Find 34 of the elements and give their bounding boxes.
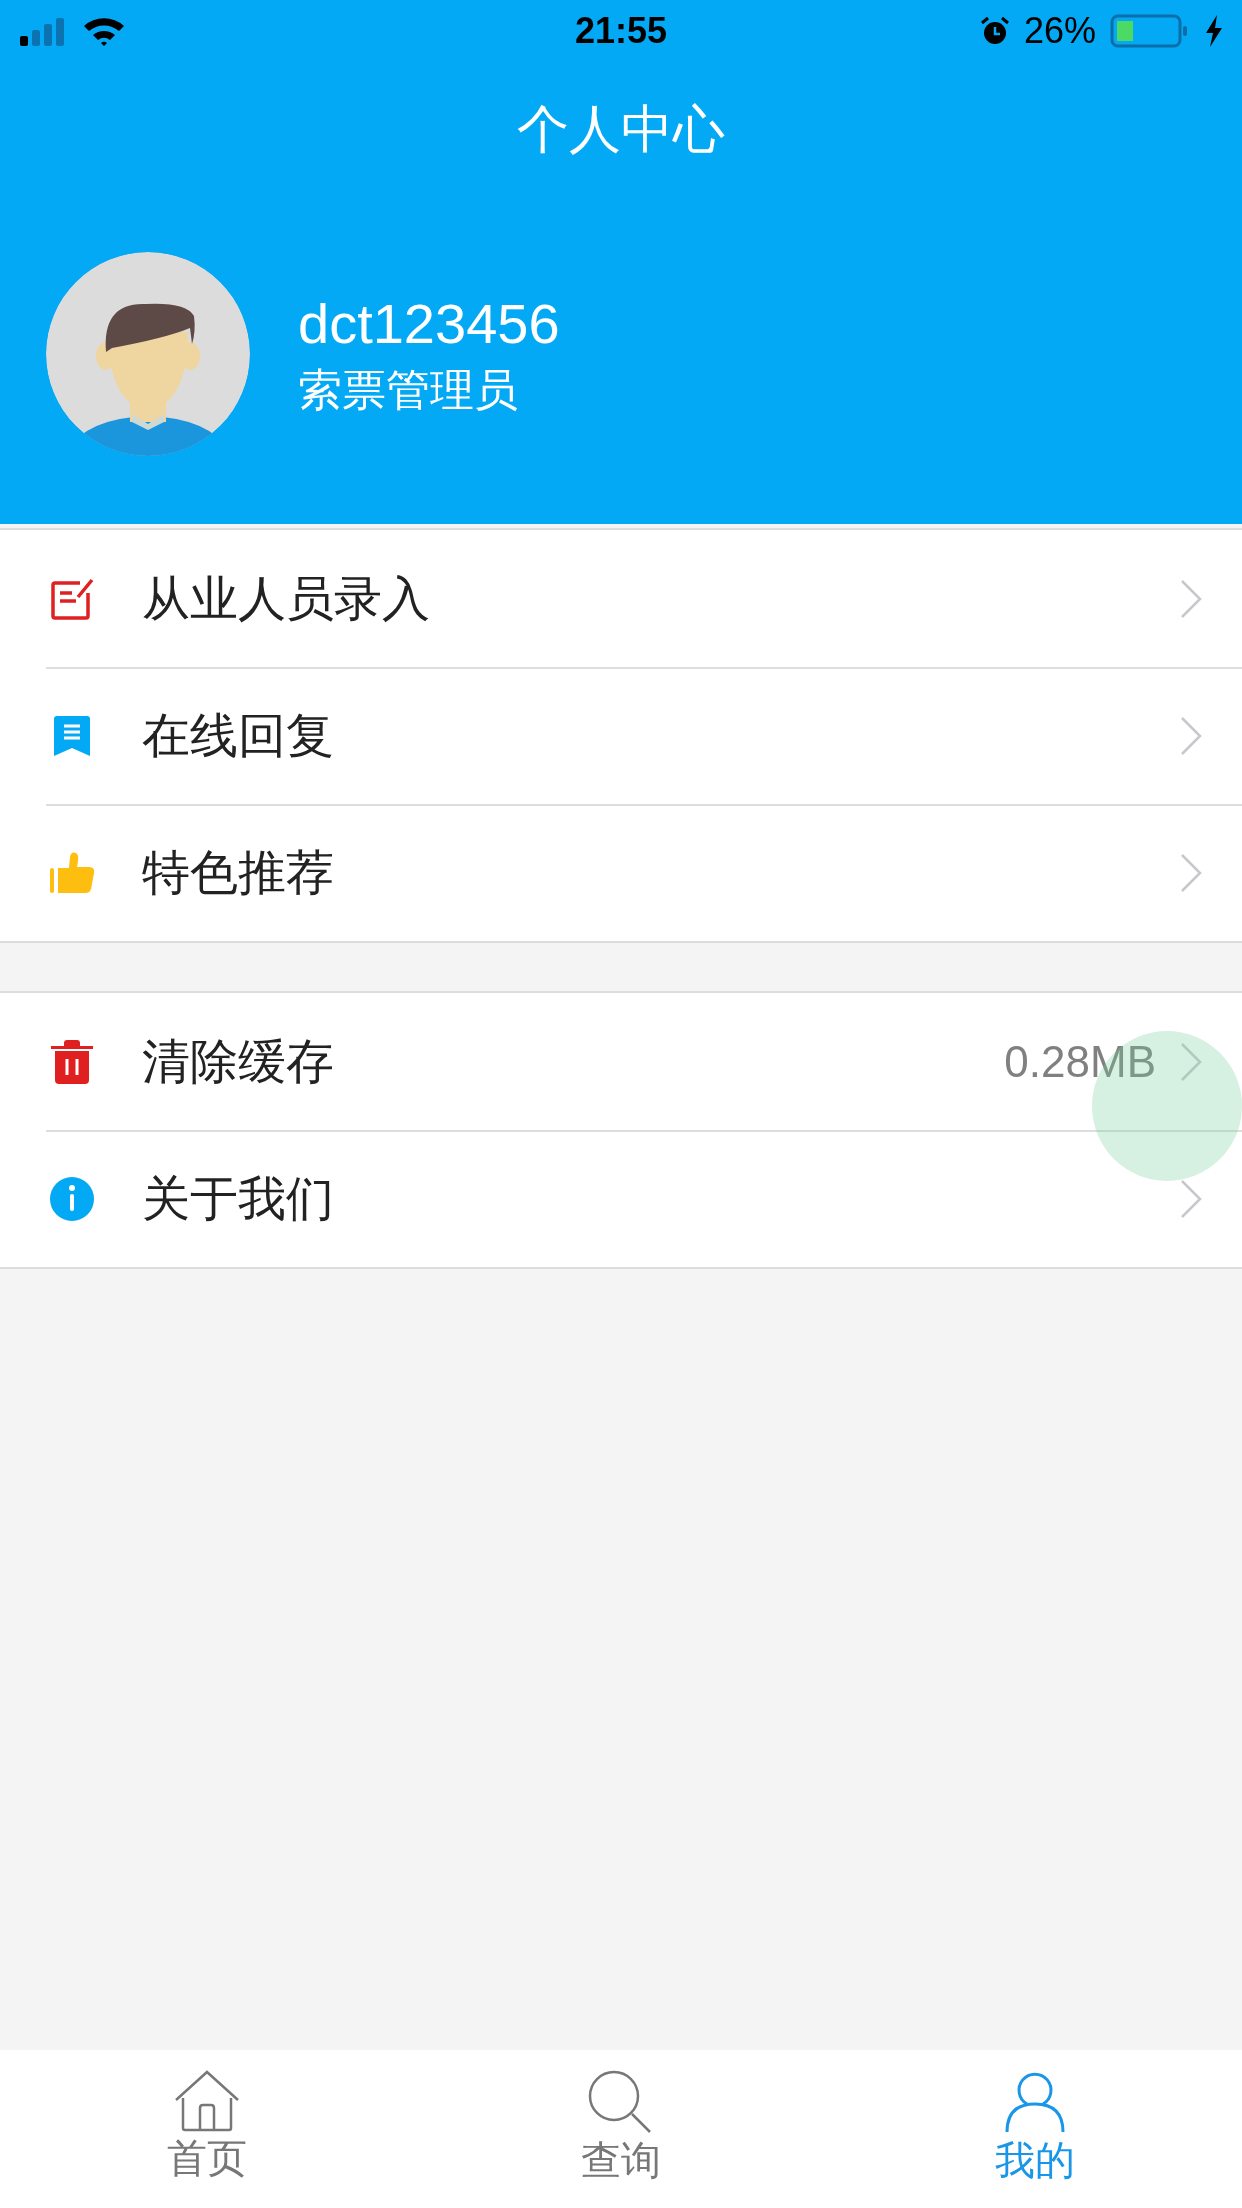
info-icon: [49, 1175, 95, 1222]
menu-label: 从业人员录入: [142, 570, 431, 627]
cache-size: 0.28MB: [1004, 1036, 1156, 1087]
thumbs-up-icon: [49, 850, 95, 895]
battery-icon: [1110, 14, 1190, 48]
menu-item[interactable]: 特色推荐: [0, 804, 1242, 941]
chevron-icon: [1180, 852, 1202, 893]
edit-icon: [50, 576, 94, 621]
menu-label: 清除缓存: [142, 1033, 335, 1090]
username: dct123456: [298, 291, 560, 357]
home-icon: [174, 2070, 240, 2132]
alarm-icon: [979, 16, 1010, 46]
menu-label: 关于我们: [142, 1170, 335, 1227]
trash-icon: [49, 1038, 95, 1085]
bookmark-icon: [53, 713, 91, 758]
chevron-icon: [1180, 578, 1202, 619]
status-time: 21:55: [574, 10, 668, 52]
menu-item[interactable]: 清除缓存 0.28MB: [0, 993, 1242, 1130]
chevron-icon: [1180, 1178, 1202, 1219]
tab-item[interactable]: 首页: [0, 2050, 414, 2208]
page-title: 个人中心: [517, 99, 725, 160]
menu-label: 特色推荐: [142, 844, 335, 901]
wifi-icon: [82, 15, 126, 47]
battery-percent: 26%: [1023, 10, 1096, 52]
chevron-icon: [1180, 715, 1202, 756]
tab-item[interactable]: 查询: [414, 2050, 828, 2208]
charging-icon: [1204, 15, 1224, 47]
chevron-icon: [1180, 1041, 1202, 1082]
user-icon: [1005, 2070, 1065, 2134]
user-role: 索票管理员: [298, 364, 518, 416]
menu-item[interactable]: 在线回复: [0, 667, 1242, 804]
menu-label: 在线回复: [142, 707, 335, 764]
menu-item[interactable]: 从业人员录入: [0, 530, 1242, 667]
menu-item[interactable]: 关于我们: [0, 1130, 1242, 1267]
